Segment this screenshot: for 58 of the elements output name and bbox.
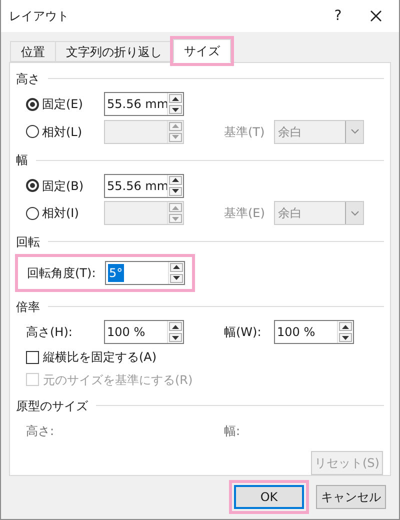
spin-field[interactable]: 100 %	[274, 320, 354, 344]
up-arrow-icon	[172, 206, 179, 210]
spin-down-button[interactable]	[170, 274, 183, 283]
spin-up-button[interactable]	[169, 94, 182, 104]
field-label: 基準(T)	[224, 124, 266, 141]
radio-label[interactable]: 相対(L)	[42, 122, 82, 141]
help-button[interactable]: ?	[323, 0, 353, 32]
section-heading: 原型のサイズ	[16, 398, 88, 415]
up-arrow-icon	[172, 124, 179, 128]
spin-down-button[interactable]	[169, 105, 182, 114]
close-icon	[370, 10, 382, 22]
tab[interactable]: 文字列の折り返し	[55, 41, 173, 62]
tab[interactable]: サイズ	[173, 39, 231, 63]
section-heading: 高さ	[16, 70, 40, 88]
window-title: レイアウト	[8, 8, 70, 25]
field-label: 高さ:	[26, 423, 56, 440]
down-arrow-icon	[172, 216, 179, 221]
dialog-button[interactable]: キャンセル	[316, 485, 386, 509]
up-arrow-icon	[172, 96, 179, 101]
field-label: 回転角度(T):	[27, 264, 97, 282]
tab[interactable]: 位置	[10, 41, 56, 62]
radio-button[interactable]	[26, 125, 39, 138]
spin-up-button[interactable]	[169, 176, 182, 185]
chevron-down-icon	[350, 210, 358, 216]
radio-button[interactable]	[26, 98, 39, 111]
spin-up-button[interactable]	[169, 322, 182, 332]
field-label: 幅:	[224, 423, 240, 440]
spin-field[interactable]: 5°	[105, 260, 185, 285]
spin-up-button[interactable]	[170, 262, 183, 272]
field-label: 高さ(H):	[26, 324, 74, 342]
spin-down-button[interactable]	[339, 333, 352, 342]
radio-button[interactable]	[26, 206, 39, 220]
down-arrow-icon	[172, 108, 179, 112]
spin-down-button[interactable]	[169, 333, 182, 342]
section-heading: 幅	[16, 152, 28, 170]
radio-label[interactable]: 固定(B)	[42, 176, 84, 195]
up-arrow-icon	[342, 324, 349, 329]
section-heading: 倍率	[16, 298, 40, 316]
up-arrow-icon	[173, 265, 180, 270]
up-arrow-icon	[172, 178, 179, 182]
spin-field[interactable]: 100 %	[104, 320, 184, 344]
section-heading: 回転	[16, 234, 40, 251]
radio-button[interactable]	[26, 179, 39, 192]
chevron-down-icon	[350, 129, 358, 134]
radio-label[interactable]: 相対(I)	[42, 204, 79, 222]
up-arrow-icon	[172, 324, 179, 329]
down-arrow-icon	[172, 135, 179, 140]
down-arrow-icon	[342, 336, 349, 340]
down-arrow-icon	[172, 189, 179, 194]
field-label: 基準(E)	[224, 205, 266, 222]
field-label: 幅(W):	[224, 324, 262, 342]
spin-down-button[interactable]	[169, 186, 182, 196]
down-arrow-icon	[172, 336, 179, 340]
dialog-button[interactable]: OK	[234, 485, 304, 509]
spin-up-button[interactable]	[339, 322, 352, 332]
down-arrow-icon	[173, 276, 180, 280]
checkbox[interactable]: 縦横比を固定する(A)	[26, 348, 157, 366]
radio-label[interactable]: 固定(E)	[42, 95, 83, 114]
